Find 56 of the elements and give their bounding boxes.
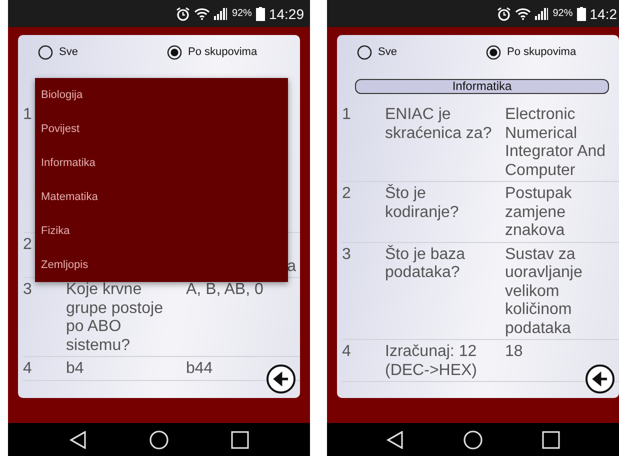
menu-item[interactable]: Informatika — [35, 146, 288, 180]
answer-text: 18 — [505, 343, 523, 362]
home-icon[interactable] — [149, 430, 169, 450]
row-number: 1 — [23, 106, 32, 123]
menu-item[interactable]: Fizika — [35, 214, 288, 248]
radio-label[interactable]: Sve — [378, 46, 397, 58]
question-text: Što je kodiranje? — [385, 185, 460, 222]
wifi-icon — [514, 7, 531, 20]
answer-text: Postupak zamjene znakova — [505, 185, 573, 240]
battery-icon — [256, 6, 265, 20]
wifi-icon — [194, 7, 210, 20]
row-number: 3 — [23, 281, 32, 298]
clock-time: 14:2 — [590, 6, 617, 22]
question-text: Što je baza podataka? — [385, 246, 466, 282]
answer-text: a — [287, 258, 297, 276]
alarm-icon — [176, 6, 190, 20]
radio-button[interactable] — [38, 44, 53, 60]
signal-icon — [534, 7, 549, 20]
menu-item[interactable]: Povijest — [35, 112, 288, 146]
menu-item[interactable]: Zemljopis — [35, 248, 288, 282]
question-text: b4 — [66, 360, 85, 378]
clock-time: 14:29 — [268, 6, 304, 22]
radio-label[interactable]: Po skupovima — [507, 46, 576, 58]
radio-button[interactable] — [486, 44, 501, 60]
menu-item[interactable]: Matematika — [35, 180, 288, 214]
row-number: 3 — [342, 246, 351, 262]
radio-label[interactable]: Po skupovima — [188, 46, 258, 58]
back-icon[interactable] — [69, 430, 87, 448]
row-number: 4 — [342, 343, 351, 360]
row-number: 2 — [23, 236, 32, 253]
signal-icon — [214, 7, 228, 20]
radio-button[interactable] — [167, 44, 182, 60]
recents-icon[interactable] — [231, 430, 249, 448]
answer-text: Electronic Numerical Integrator And Computer — [505, 106, 607, 180]
alarm-icon — [496, 6, 511, 20]
home-icon[interactable] — [462, 430, 483, 450]
back-arrow-button[interactable] — [266, 364, 296, 394]
answer-text: A, B, AB, 0 — [186, 281, 264, 300]
question-text: Izračunaj: 12 (DEC->HEX) — [385, 343, 478, 380]
row-number: 4 — [23, 360, 32, 377]
row-number: 1 — [342, 106, 351, 123]
battery-icon — [576, 6, 586, 20]
question-text: ENIAC je skraćenica za? — [385, 106, 493, 143]
back-arrow-button[interactable] — [585, 364, 615, 394]
back-icon[interactable] — [386, 430, 404, 448]
radio-button[interactable] — [357, 44, 372, 60]
battery-level: 92% — [552, 8, 573, 19]
battery-level: 92% — [232, 8, 252, 19]
answer-text: Sustav za uoravljanje velikom količinom podataka — [505, 246, 584, 338]
row-number: 2 — [342, 185, 351, 202]
recents-icon[interactable] — [542, 430, 560, 448]
radio-label[interactable]: Sve — [59, 46, 78, 58]
answer-text: b44 — [186, 360, 213, 378]
category-dropdown[interactable]: Informatika — [355, 78, 609, 94]
menu-item[interactable]: Biologija — [35, 78, 288, 112]
question-text: Koje krvne grupe postoje po ABO sistemu? — [66, 281, 164, 355]
